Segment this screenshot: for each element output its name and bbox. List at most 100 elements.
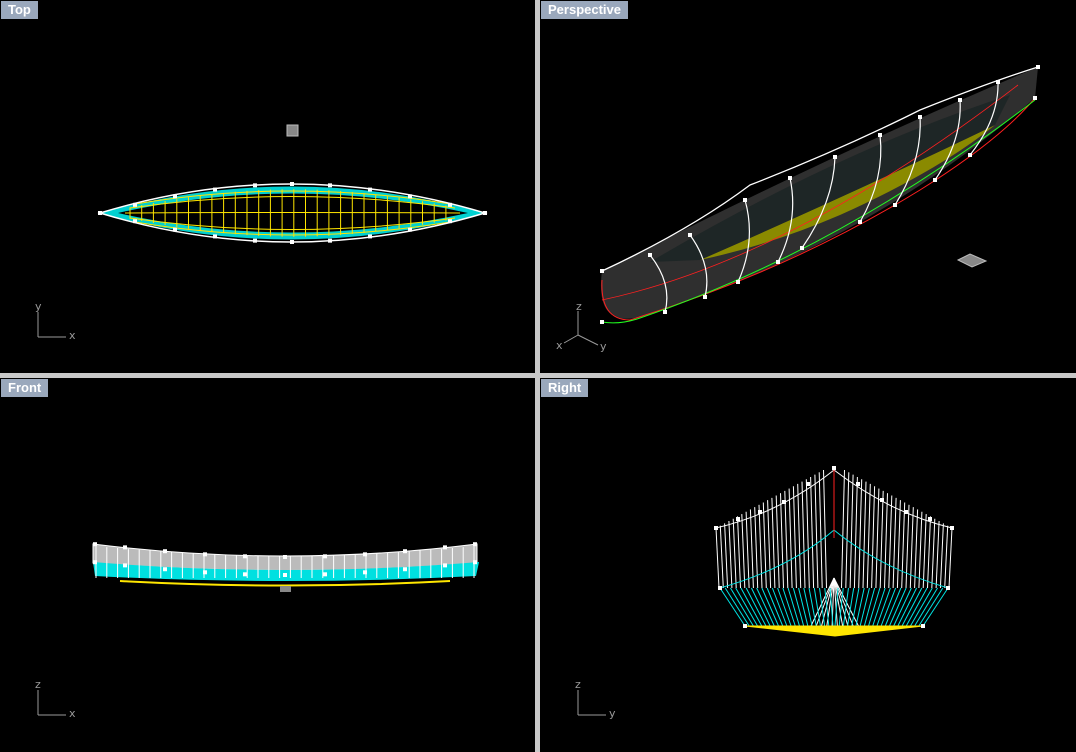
- section-line: [818, 472, 823, 589]
- section-line: [741, 514, 746, 589]
- control-point: [893, 203, 897, 207]
- section-line: [866, 483, 871, 589]
- control-point: [800, 246, 804, 250]
- control-point: [323, 554, 327, 559]
- section-line: [724, 587, 750, 627]
- section-line: [724, 523, 729, 589]
- section-line: [792, 486, 797, 589]
- section-line: [875, 488, 880, 589]
- section-line: [805, 479, 810, 589]
- control-point: [443, 563, 447, 568]
- axis-triad-icon: [37, 690, 66, 716]
- section-line: [849, 474, 854, 589]
- control-point: [283, 573, 287, 577]
- viewport-front[interactable]: Front x z: [0, 378, 535, 752]
- control-point: [473, 560, 477, 565]
- section-line: [858, 479, 863, 589]
- section-line: [871, 486, 876, 589]
- viewport-right[interactable]: Right y z: [540, 378, 1076, 752]
- section-line: [862, 481, 867, 589]
- control-point: [403, 549, 407, 554]
- control-point: [743, 624, 747, 628]
- light-marker-icon[interactable]: [956, 253, 988, 268]
- control-point: [163, 567, 167, 572]
- section-line: [732, 518, 737, 589]
- control-point: [253, 183, 257, 188]
- control-point: [736, 280, 740, 284]
- axis-triad-icon: [563, 311, 599, 346]
- viewport-title-front[interactable]: Front: [1, 379, 49, 397]
- perspective-view-canvas[interactable]: z x y: [540, 0, 1076, 373]
- control-point: [880, 498, 884, 502]
- control-point: [788, 176, 792, 180]
- control-point: [403, 567, 407, 572]
- control-point: [758, 510, 762, 514]
- light-marker-icon[interactable]: [286, 124, 299, 137]
- control-point: [600, 269, 604, 273]
- control-point: [782, 500, 786, 504]
- control-point: [921, 624, 925, 628]
- section-line: [939, 523, 944, 589]
- section-line: [841, 469, 845, 589]
- section-line: [855, 587, 865, 627]
- control-point: [443, 545, 447, 550]
- section-line: [798, 587, 809, 627]
- control-point: [958, 98, 962, 102]
- control-point: [123, 563, 127, 568]
- section-line: [935, 521, 940, 589]
- hull-keel-yellow: [119, 580, 451, 587]
- section-line: [745, 587, 767, 627]
- control-point: [173, 227, 177, 232]
- control-point: [904, 510, 908, 514]
- control-point: [918, 115, 922, 119]
- section-line: [797, 483, 802, 589]
- section-line: [730, 587, 754, 627]
- axis-label-z: z: [576, 300, 582, 313]
- section-line: [745, 511, 750, 589]
- section-line: [775, 495, 780, 589]
- axis-label-x: x: [556, 339, 563, 352]
- control-point: [968, 153, 972, 157]
- control-point: [473, 542, 477, 547]
- section-line: [762, 502, 767, 589]
- axis-label-z: z: [575, 678, 581, 691]
- control-point: [1036, 65, 1040, 69]
- section-line: [859, 587, 870, 627]
- right-view-canvas[interactable]: y z: [540, 378, 1076, 752]
- control-point: [133, 219, 137, 224]
- control-point: [663, 310, 667, 314]
- front-view-canvas[interactable]: x z: [0, 378, 535, 752]
- control-point: [448, 219, 452, 224]
- viewport-title-perspective[interactable]: Perspective: [541, 1, 628, 19]
- section-line: [767, 500, 772, 589]
- control-point: [328, 183, 332, 188]
- top-view-canvas[interactable]: x y: [0, 0, 535, 373]
- control-point: [858, 220, 862, 224]
- section-line: [918, 587, 944, 627]
- section-line: [810, 476, 815, 589]
- control-point: [483, 211, 487, 215]
- section-line: [889, 587, 907, 627]
- section-line: [944, 525, 949, 589]
- viewport-perspective[interactable]: Perspective z x y: [540, 0, 1076, 373]
- viewport-title-right[interactable]: Right: [541, 379, 589, 397]
- control-point: [950, 526, 954, 530]
- control-point: [283, 555, 287, 559]
- axis-label-y: y: [35, 300, 42, 313]
- control-point: [996, 80, 1000, 84]
- viewport-title-top[interactable]: Top: [1, 1, 38, 19]
- section-line: [922, 514, 927, 589]
- section-line: [888, 495, 893, 589]
- section-line: [749, 509, 754, 589]
- control-point: [878, 133, 882, 137]
- axis-triad-icon: [577, 690, 606, 716]
- control-point: [123, 545, 127, 550]
- section-line: [896, 500, 901, 589]
- axis-label-x: x: [69, 329, 76, 342]
- control-point: [833, 155, 837, 159]
- section-line: [784, 490, 789, 589]
- section-line: [918, 511, 923, 589]
- light-marker-icon[interactable]: [280, 586, 291, 592]
- viewport-top[interactable]: Top x y: [0, 0, 535, 373]
- control-point: [253, 238, 257, 243]
